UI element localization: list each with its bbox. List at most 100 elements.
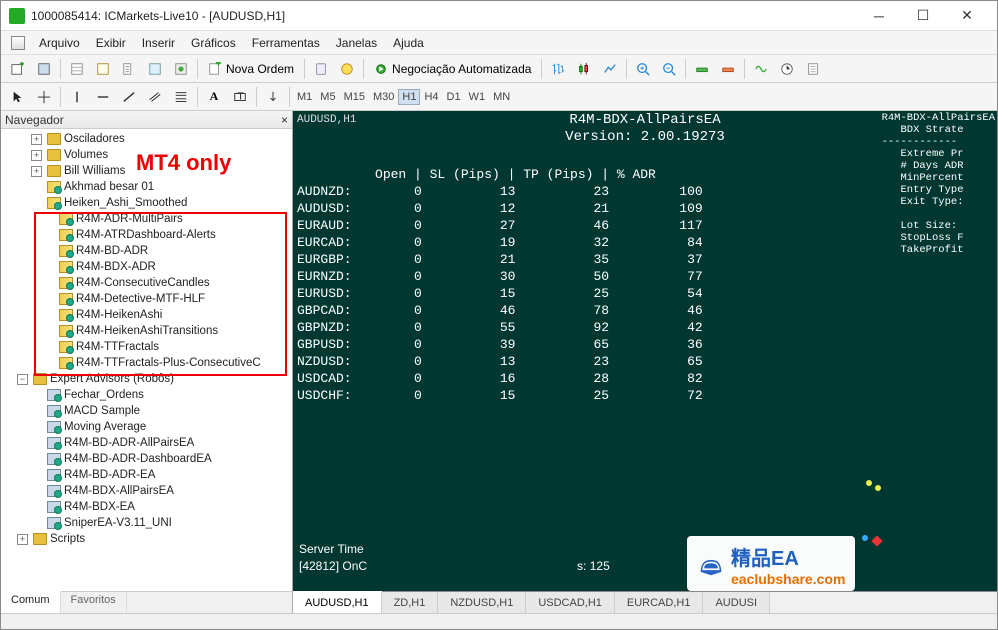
- chart-bars-button[interactable]: [546, 58, 570, 80]
- navigator-close-button[interactable]: ×: [281, 113, 288, 127]
- tree-item[interactable]: MACD Sample: [3, 403, 290, 419]
- chart-tab[interactable]: AUDUSD,H1: [293, 591, 382, 613]
- chart-shift-button[interactable]: [716, 58, 740, 80]
- auto-scroll-button[interactable]: [690, 58, 714, 80]
- tree-item[interactable]: Fechar_Ordens: [3, 387, 290, 403]
- timeframe-mn[interactable]: MN: [489, 89, 514, 105]
- separator: [363, 59, 364, 79]
- navigator-tabs: Comum Favoritos: [1, 591, 292, 613]
- ide-button[interactable]: [335, 58, 359, 80]
- text-button[interactable]: A: [202, 86, 226, 108]
- ea-corner-info: R4M-BDX-AllPairsEA BDX Strate ----------…: [882, 112, 995, 256]
- chart-tab[interactable]: USDCAD,H1: [526, 592, 615, 613]
- vline-button[interactable]: [65, 86, 89, 108]
- tab-comum[interactable]: Comum: [1, 591, 61, 613]
- tree-item[interactable]: Moving Average: [3, 419, 290, 435]
- menu-arquivo[interactable]: Arquivo: [31, 34, 88, 52]
- periods-button[interactable]: [775, 58, 799, 80]
- chart-tab[interactable]: AUDUSI: [703, 592, 770, 613]
- tree-item[interactable]: R4M-HeikenAshiTransitions: [3, 323, 290, 339]
- chart-tab[interactable]: NZDUSD,H1: [438, 592, 526, 613]
- auto-trading-button[interactable]: Negociação Automatizada: [367, 58, 538, 80]
- tree-osciladores[interactable]: +Osciladores: [3, 131, 290, 147]
- navigator-title: Navegador: [5, 113, 64, 127]
- menu-graficos[interactable]: Gráficos: [183, 34, 244, 52]
- tree-item[interactable]: R4M-BDX-EA: [3, 499, 290, 515]
- indicators-button[interactable]: [749, 58, 773, 80]
- tree-scripts[interactable]: +Scripts: [3, 531, 290, 547]
- profiles-button[interactable]: [32, 58, 56, 80]
- timeframe-m15[interactable]: M15: [340, 89, 369, 105]
- chart-line-button[interactable]: [598, 58, 622, 80]
- crosshair-button[interactable]: [32, 86, 56, 108]
- tree-item[interactable]: SniperEA-V3.11_UNI: [3, 515, 290, 531]
- toolbar-main: Nova Ordem Negociação Automatizada: [1, 55, 997, 83]
- close-button[interactable]: ✕: [945, 2, 989, 30]
- metaquotes-id-button[interactable]: [309, 58, 333, 80]
- toolbar-drawing: A T M1M5M15M30H1H4D1W1MN: [1, 83, 997, 111]
- chart-tab[interactable]: EURCAD,H1: [615, 592, 704, 613]
- navigator-tree[interactable]: +Osciladores +Volumes +Bill Williams Akh…: [1, 129, 292, 591]
- data-window-button[interactable]: [91, 58, 115, 80]
- terminal-button[interactable]: [143, 58, 167, 80]
- tree-item[interactable]: R4M-ConsecutiveCandles: [3, 275, 290, 291]
- minimize-button[interactable]: ─: [857, 2, 901, 30]
- tree-item[interactable]: R4M-BD-ADR: [3, 243, 290, 259]
- chart-tab[interactable]: ZD,H1: [382, 592, 439, 613]
- timeframe-w1[interactable]: W1: [465, 89, 490, 105]
- menu-ajuda[interactable]: Ajuda: [385, 34, 432, 52]
- chart-area[interactable]: AUDUSD,H1 R4M-BDX-AllPairsEA Version: 2.…: [293, 111, 997, 613]
- tree-item[interactable]: R4M-BD-ADR-AllPairsEA: [3, 435, 290, 451]
- chart-candles-button[interactable]: [572, 58, 596, 80]
- menu-exibir[interactable]: Exibir: [88, 34, 134, 52]
- fibo-button[interactable]: [169, 86, 193, 108]
- timeframe-m1[interactable]: M1: [293, 89, 316, 105]
- tree-item[interactable]: R4M-BD-ADR-EA: [3, 467, 290, 483]
- tree-expert-advisors[interactable]: −Expert Advisors (Robôs): [3, 371, 290, 387]
- tree-item[interactable]: R4M-ADR-MultiPairs: [3, 211, 290, 227]
- channel-button[interactable]: [143, 86, 167, 108]
- separator: [685, 59, 686, 79]
- text-label-button[interactable]: T: [228, 86, 252, 108]
- tree-akhmad[interactable]: Akhmad besar 01: [3, 179, 290, 195]
- tree-item[interactable]: R4M-HeikenAshi: [3, 307, 290, 323]
- market-watch-button[interactable]: [65, 58, 89, 80]
- app-menu-icon[interactable]: [9, 35, 27, 51]
- navigator-button[interactable]: [117, 58, 141, 80]
- tree-heiken-smoothed[interactable]: Heiken_Ashi_Smoothed: [3, 195, 290, 211]
- menu-inserir[interactable]: Inserir: [134, 34, 183, 52]
- maximize-button[interactable]: ☐: [901, 2, 945, 30]
- timeframe-m5[interactable]: M5: [316, 89, 339, 105]
- separator: [304, 59, 305, 79]
- arrows-button[interactable]: [261, 86, 285, 108]
- tree-item[interactable]: R4M-TTFractals-Plus-ConsecutiveC: [3, 355, 290, 371]
- menu-janelas[interactable]: Janelas: [328, 34, 385, 52]
- tree-item[interactable]: R4M-TTFractals: [3, 339, 290, 355]
- tree-volumes[interactable]: +Volumes: [3, 147, 290, 163]
- tree-item[interactable]: R4M-BD-ADR-DashboardEA: [3, 451, 290, 467]
- templates-button[interactable]: [801, 58, 825, 80]
- trendline-button[interactable]: [117, 86, 141, 108]
- new-order-button[interactable]: Nova Ordem: [201, 58, 301, 80]
- timeframe-h1[interactable]: H1: [398, 89, 420, 105]
- tab-favoritos[interactable]: Favoritos: [61, 592, 127, 613]
- strategy-tester-button[interactable]: [169, 58, 193, 80]
- hline-button[interactable]: [91, 86, 115, 108]
- tree-bill-williams[interactable]: +Bill Williams: [3, 163, 290, 179]
- separator: [256, 87, 257, 107]
- cursor-button[interactable]: [6, 86, 30, 108]
- tree-item[interactable]: R4M-Detective-MTF-HLF: [3, 291, 290, 307]
- svg-text:T: T: [237, 90, 244, 102]
- menu-ferramentas[interactable]: Ferramentas: [244, 34, 328, 52]
- zoom-out-button[interactable]: [657, 58, 681, 80]
- timeframe-h4[interactable]: H4: [420, 89, 442, 105]
- tree-item[interactable]: R4M-ATRDashboard-Alerts: [3, 227, 290, 243]
- new-chart-button[interactable]: [6, 58, 30, 80]
- data-table: Open | SL (Pips) | TP (Pips) | % ADR AUD…: [297, 166, 703, 404]
- timeframe-d1[interactable]: D1: [443, 89, 465, 105]
- timeframe-m30[interactable]: M30: [369, 89, 398, 105]
- separator: [60, 59, 61, 79]
- tree-item[interactable]: R4M-BDX-AllPairsEA: [3, 483, 290, 499]
- tree-item[interactable]: R4M-BDX-ADR: [3, 259, 290, 275]
- zoom-in-button[interactable]: [631, 58, 655, 80]
